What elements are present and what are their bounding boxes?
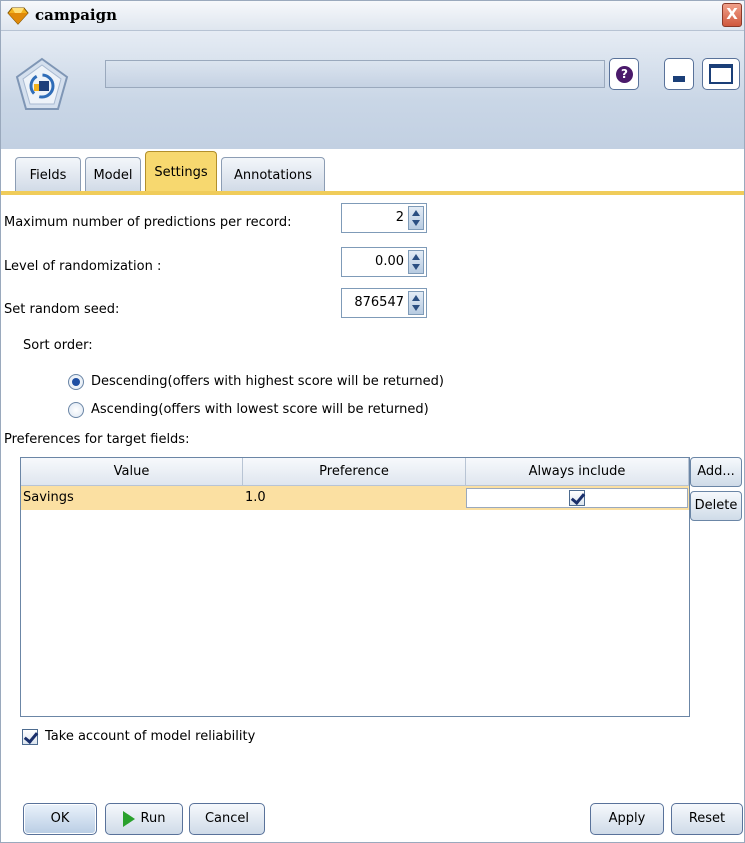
max-predictions-value: 2	[395, 210, 404, 225]
randomization-value: 0.00	[375, 254, 404, 269]
add-button[interactable]: Add...	[690, 457, 742, 487]
always-include-checkbox[interactable]	[569, 490, 585, 506]
sort-descending-radio[interactable]	[68, 374, 84, 390]
random-seed-value: 876547	[354, 295, 404, 310]
help-button[interactable]: ?	[609, 58, 639, 90]
tab-annotations[interactable]: Annotations	[221, 157, 325, 193]
row-always-include-cell[interactable]	[466, 488, 688, 508]
tab-model[interactable]: Model	[85, 157, 141, 193]
table-row[interactable]: Savings 1.0	[21, 486, 689, 510]
tab-fields[interactable]: Fields	[15, 157, 81, 193]
column-header-always-include[interactable]: Always include	[466, 458, 689, 486]
maximize-icon	[709, 64, 733, 84]
reliability-checkbox[interactable]	[22, 729, 38, 745]
reset-button[interactable]: Reset	[671, 803, 743, 835]
sort-descending-label[interactable]: Descending(offers with highest score wil…	[91, 374, 444, 389]
dialog-window: campaign X ? Fields Model Settings Annot…	[0, 0, 745, 843]
spinner-arrows-icon[interactable]	[408, 206, 424, 230]
node-header: ?	[1, 31, 744, 149]
reliability-label[interactable]: Take account of model reliability	[45, 729, 255, 744]
run-label: Run	[140, 811, 166, 826]
run-button[interactable]: Run	[105, 803, 183, 835]
preferences-table[interactable]: Value Preference Always include Savings …	[20, 457, 690, 717]
random-seed-label: Set random seed:	[4, 302, 120, 317]
close-button[interactable]: X	[722, 3, 742, 27]
max-predictions-label: Maximum number of predictions per record…	[4, 215, 292, 230]
maximize-button[interactable]	[702, 58, 740, 90]
diamond-node-icon	[7, 7, 29, 25]
row-value-cell[interactable]: Savings	[21, 486, 243, 510]
play-icon	[122, 810, 135, 827]
spinner-arrows-icon[interactable]	[408, 291, 424, 315]
node-name-field[interactable]	[105, 60, 605, 88]
cancel-button[interactable]: Cancel	[189, 803, 265, 835]
randomization-label: Level of randomization :	[4, 259, 162, 274]
minimize-icon	[673, 76, 685, 82]
max-predictions-spinner[interactable]: 2	[341, 203, 427, 233]
tab-settings[interactable]: Settings	[145, 151, 217, 195]
help-icon: ?	[616, 66, 633, 83]
ok-button[interactable]: OK	[23, 803, 97, 835]
preferences-label: Preferences for target fields:	[4, 432, 190, 447]
sort-ascending-radio[interactable]	[68, 402, 84, 418]
spinner-arrows-icon[interactable]	[408, 250, 424, 274]
column-header-preference[interactable]: Preference	[243, 458, 466, 486]
delete-button[interactable]: Delete	[690, 491, 742, 521]
title-bar[interactable]: campaign X	[1, 1, 744, 31]
sort-order-label: Sort order:	[23, 338, 93, 353]
random-seed-spinner[interactable]: 876547	[341, 288, 427, 318]
apply-button[interactable]: Apply	[590, 803, 664, 835]
row-preference-cell[interactable]: 1.0	[243, 486, 466, 510]
model-nugget-icon	[15, 57, 69, 110]
tab-underline	[1, 191, 744, 195]
minimize-button[interactable]	[664, 58, 694, 90]
column-header-value[interactable]: Value	[21, 458, 243, 486]
window-title: campaign	[35, 6, 118, 24]
randomization-spinner[interactable]: 0.00	[341, 247, 427, 277]
sort-ascending-label[interactable]: Ascending(offers with lowest score will …	[91, 402, 429, 417]
